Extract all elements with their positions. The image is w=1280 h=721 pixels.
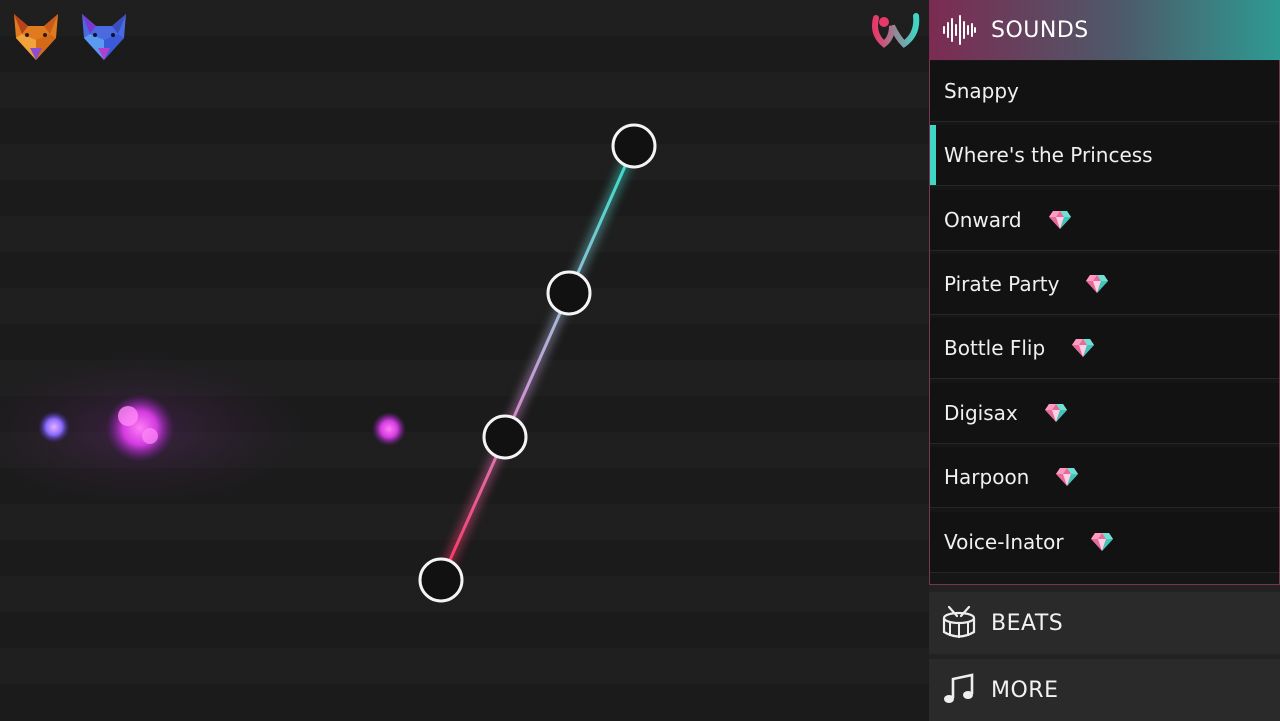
sound-item-snappy[interactable]: Snappy (930, 61, 1279, 122)
sound-line (437, 144, 638, 582)
line-node[interactable] (546, 270, 592, 316)
paint-splat (38, 411, 70, 443)
sound-item-wheres-the-princess[interactable]: Where's the Princess (930, 125, 1279, 186)
drum-icon (942, 605, 976, 638)
sound-label: Bottle Flip (944, 336, 1046, 360)
line-node[interactable] (482, 414, 528, 460)
sound-item-voice-inator[interactable]: Voice-Inator (930, 512, 1279, 573)
sound-label: Harpoon (944, 465, 1030, 489)
gem-icon (1056, 468, 1079, 486)
gem-icon (1044, 404, 1067, 422)
gem-icon (1086, 275, 1109, 293)
paint-splat (106, 394, 174, 462)
sound-label: Digisax (944, 401, 1018, 425)
line-node[interactable] (418, 557, 464, 603)
sound-list[interactable]: Snappy Where's the Princess Onward Pirat… (929, 60, 1280, 585)
more-label: MORE (991, 677, 1059, 703)
sound-label: Where's the Princess (944, 143, 1153, 167)
sound-item-harpoon[interactable]: Harpoon (930, 447, 1279, 508)
sound-label: Snappy (944, 79, 1019, 103)
sound-item-digisax[interactable]: Digisax (930, 383, 1279, 444)
sound-item-bottle-flip[interactable]: Bottle Flip (930, 318, 1279, 379)
sound-label: Pirate Party (944, 272, 1060, 296)
sound-item-onward[interactable]: Onward (930, 190, 1279, 251)
line-node[interactable] (611, 123, 657, 169)
sound-label: Voice-Inator (944, 530, 1064, 554)
sounds-header-label: SOUNDS (991, 17, 1089, 43)
beats-button[interactable]: BEATS (929, 592, 1280, 654)
paint-splat (372, 412, 406, 446)
beats-label: BEATS (991, 610, 1064, 636)
more-button[interactable]: MORE (929, 659, 1280, 721)
gem-icon (1090, 533, 1113, 551)
sound-panel: SOUNDS Snappy Where's the Princess Onwar… (929, 0, 1280, 721)
gem-icon (1072, 339, 1095, 357)
gem-icon (1048, 211, 1071, 229)
sound-wave-icon (943, 15, 976, 45)
play-area[interactable] (0, 0, 929, 720)
sounds-header[interactable]: SOUNDS (929, 0, 1280, 60)
sound-label: Onward (944, 208, 1022, 232)
music-note-icon (944, 673, 974, 703)
sound-item-pirate-party[interactable]: Pirate Party (930, 254, 1279, 315)
